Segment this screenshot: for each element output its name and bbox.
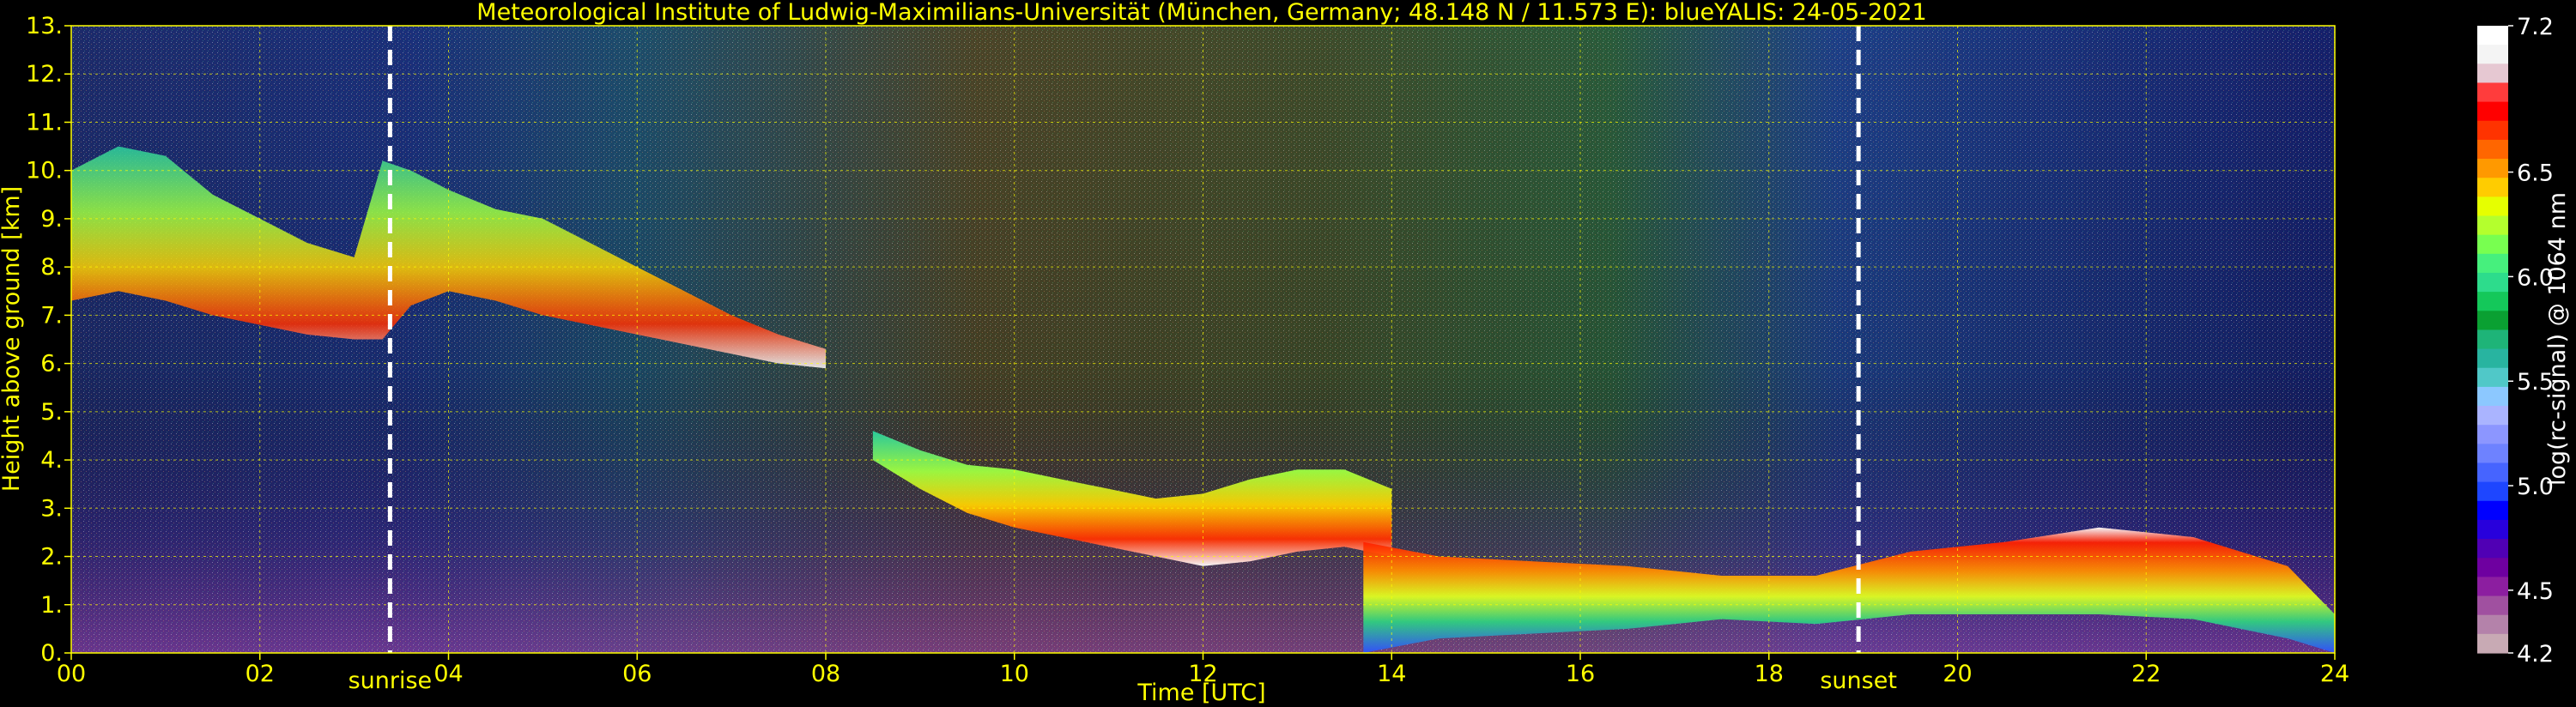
- colorbar-tick-label: 4.5: [2517, 578, 2554, 605]
- colorbar-swatch: [2477, 272, 2508, 293]
- colorbar-tick-label: 4.2: [2517, 641, 2554, 668]
- x-tick-label: 08: [811, 661, 840, 687]
- colorbar-swatch: [2477, 311, 2508, 331]
- colorbar-swatch: [2477, 139, 2508, 160]
- y-tick-label: 2.: [40, 544, 63, 571]
- x-tick-label: 20: [1943, 661, 1972, 687]
- x-tick-label: 22: [2131, 661, 2161, 687]
- y-tick-label: 13.: [26, 13, 63, 39]
- colorbar-swatch: [2477, 26, 2508, 45]
- colorbar-swatch: [2477, 406, 2508, 426]
- x-tick-label: 14: [1377, 661, 1406, 687]
- chart-title: Meteorological Institute of Ludwig-Maxim…: [476, 0, 1926, 26]
- x-tick-label: 04: [433, 661, 463, 687]
- y-tick-label: 8.: [40, 254, 63, 281]
- colorbar-swatch: [2477, 234, 2508, 255]
- colorbar-swatch: [2477, 614, 2508, 635]
- colorbar-swatch: [2477, 425, 2508, 444]
- y-tick-label: 0.: [40, 640, 63, 667]
- x-tick-label: 18: [1755, 661, 1784, 687]
- y-tick-label: 10.: [26, 158, 63, 184]
- lidar-chart: sunrise sunset 00 02 04 06 08 10 12 14 16 18 20 22 24…: [0, 0, 2571, 706]
- x-axis-label: Time [UTC]: [1136, 680, 1265, 706]
- x-tick-label: 06: [622, 661, 652, 687]
- event-label-sunrise: sunrise: [349, 668, 433, 694]
- colorbar-swatch: [2477, 500, 2508, 521]
- x-tick-label: 10: [1000, 661, 1029, 687]
- colorbar-swatch: [2477, 558, 2508, 577]
- colorbar-swatch: [2477, 178, 2508, 197]
- colorbar-swatch: [2477, 196, 2508, 217]
- colorbar-label: log(rc-signal) @ 1064 nm: [2544, 192, 2571, 486]
- y-axis-label: Height above ground [km]: [0, 186, 25, 492]
- y-tick-label: 5.: [40, 399, 63, 426]
- colorbar-swatch: [2477, 253, 2508, 274]
- x-tick-label: 02: [245, 661, 275, 687]
- colorbar-swatch: [2477, 348, 2508, 369]
- colorbar-swatch: [2477, 292, 2508, 311]
- y-tick-label: 3.: [40, 495, 63, 522]
- colorbar-swatch: [2477, 45, 2508, 64]
- colorbar-swatch: [2477, 577, 2508, 597]
- y-tick-label: 9.: [40, 206, 63, 233]
- colorbar-swatch: [2477, 539, 2508, 559]
- colorbar-swatch: [2477, 101, 2508, 122]
- colorbar-swatch: [2477, 633, 2508, 654]
- y-tick-label: 11.: [26, 109, 63, 136]
- event-label-sunset: sunset: [1820, 668, 1897, 694]
- colorbar-swatch: [2477, 481, 2508, 502]
- colorbar-swatch: [2477, 329, 2508, 350]
- colorbar-tick-label: 6.5: [2517, 160, 2554, 187]
- y-axis: 0. 1. 2. 3. 4. 5. 6. 7. 8. 9. 10. 11. 12. 13.: [26, 13, 71, 667]
- y-tick-label: 6.: [40, 351, 63, 378]
- colorbar-swatch: [2477, 82, 2508, 103]
- y-tick-label: 1.: [40, 592, 63, 619]
- colorbar-swatch: [2477, 386, 2508, 407]
- y-tick-label: 7.: [40, 302, 63, 329]
- colorbar-swatch: [2477, 519, 2508, 540]
- colorbar-swatch: [2477, 367, 2508, 388]
- x-tick-label: 24: [2320, 661, 2349, 687]
- colorbar-swatch: [2477, 120, 2508, 141]
- colorbar-swatch: [2477, 462, 2508, 483]
- colorbar-swatch: [2477, 63, 2508, 84]
- colorbar: 7.26.56.05.55.04.54.2: [2477, 14, 2554, 668]
- colorbar-swatch: [2477, 595, 2508, 616]
- x-tick-label: 16: [1566, 661, 1595, 687]
- colorbar-swatch: [2477, 444, 2508, 464]
- colorbar-swatch: [2477, 159, 2508, 178]
- y-tick-label: 4.: [40, 447, 63, 474]
- colorbar-tick-label: 7.2: [2517, 14, 2554, 40]
- colorbar-swatch: [2477, 215, 2508, 236]
- y-tick-label: 12.: [26, 61, 63, 88]
